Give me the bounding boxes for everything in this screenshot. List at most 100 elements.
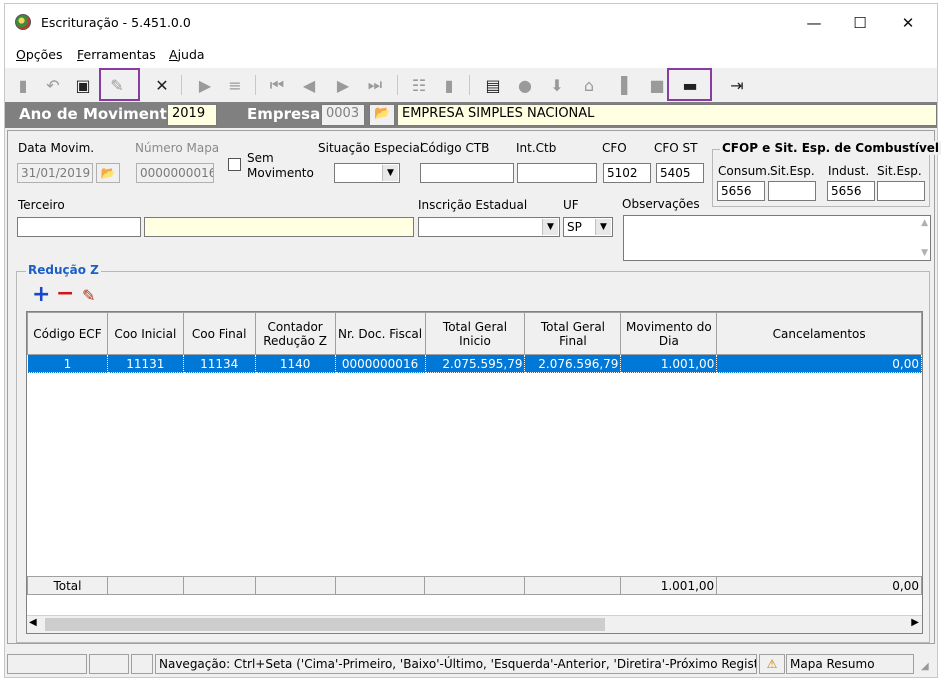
column-header[interactable]: Cancelamentos (716, 312, 922, 355)
panel-icon[interactable]: ▐ (609, 73, 633, 97)
status-panel-empty (131, 654, 153, 674)
title-bar: Escrituração - 5.451.0.0 — ☐ ✕ (5, 4, 937, 40)
download-icon[interactable]: ⬇ (545, 73, 569, 97)
totals-cell (524, 576, 622, 595)
empresa-name-field: EMPRESA SIMPLES NACIONAL (397, 104, 937, 126)
undo-icon[interactable]: ↶ (41, 73, 65, 97)
sem-movimento-label-1: Sem (247, 151, 274, 165)
obs-label: Observações (622, 197, 700, 211)
home-icon[interactable]: ⌂ (577, 73, 601, 97)
column-header[interactable]: Movimento do Dia (620, 312, 718, 355)
resize-grip-icon[interactable]: ◢ (921, 661, 929, 672)
remove-icon[interactable]: − (56, 283, 74, 305)
codigo-ctb-label: Código CTB (420, 141, 490, 155)
uf-label: UF (563, 198, 579, 212)
open-folder-icon[interactable]: 📂 (369, 104, 395, 126)
column-header[interactable]: Contador Redução Z (254, 312, 336, 355)
open-folder-icon[interactable]: 📂 (96, 163, 120, 183)
column-header[interactable]: Código ECF (27, 312, 108, 355)
uf-select[interactable]: SP ▼ (563, 217, 613, 237)
warning-icon: ⚠ (759, 654, 785, 674)
nfe-icon[interactable]: ≡ (223, 73, 247, 97)
int-ctb-label: Int.Ctb (516, 141, 557, 155)
menu-opcoes[interactable]: Opções (16, 47, 63, 62)
main-panel: Data Movim. 31/01/2019 📂 Número Mapa 000… (7, 130, 942, 644)
sem-movimento-checkbox[interactable] (228, 158, 241, 171)
table-cell[interactable]: 11131 (106, 354, 184, 373)
table-cell[interactable]: 2.076.596,79 (524, 354, 622, 373)
cfo-st-field[interactable]: 5405 (656, 163, 704, 183)
column-header[interactable]: Coo Final (182, 312, 256, 355)
first-record-icon[interactable]: ⏮ (265, 73, 289, 97)
new-document-icon[interactable]: ▮ (11, 73, 35, 97)
chevron-down-icon: ▼ (595, 219, 611, 235)
export-icon[interactable]: ▮ (437, 73, 461, 97)
table-cell[interactable]: 0,00 (716, 354, 922, 373)
menu-ajuda[interactable]: Ajuda (169, 47, 205, 62)
table-cell[interactable]: 2.075.595,79 (424, 354, 526, 373)
obs-textarea[interactable]: ▲ ▼ (623, 215, 931, 261)
totals-row: Total 1.001,00 0,00 (27, 576, 922, 595)
situacao-select[interactable]: ▼ (334, 163, 400, 183)
edit-pencil-icon[interactable]: ✎ (82, 287, 95, 305)
sit-esp-2-field[interactable] (877, 181, 925, 201)
exit-door-icon[interactable]: ⇥ (725, 73, 749, 97)
toolbar-separator (181, 75, 182, 95)
ie-select[interactable]: ▼ (418, 217, 560, 237)
status-panel-empty (7, 654, 87, 674)
column-header[interactable]: Total Geral Final (524, 312, 622, 355)
toolbar: ▮ ↶ ▣ ✎ ✕ ▶ ≡ ⏮ ◀ ▶ ⏭ ☷ ▮ ▤ ● ⬇ ⌂ ▐ ■ ▬ … (5, 68, 937, 102)
close-button[interactable]: ✕ (885, 10, 931, 36)
terceiro-code-field[interactable] (17, 217, 141, 237)
document-icon[interactable]: ▶ (193, 73, 217, 97)
scroll-up-icon[interactable]: ▲ (921, 218, 928, 228)
tree-icon[interactable]: ☷ (407, 73, 431, 97)
highlight-box-card (667, 68, 712, 101)
indust-field[interactable]: 5656 (827, 181, 875, 201)
table-cell[interactable]: 0000000016 (334, 354, 426, 373)
maximize-button[interactable]: ☐ (837, 10, 883, 36)
numero-mapa-field[interactable]: 0000000016 (136, 163, 214, 183)
empresa-code-field[interactable]: 0003 (321, 104, 365, 126)
ano-field[interactable]: 2019 (167, 104, 217, 126)
scroll-right-icon[interactable]: ▶ (911, 617, 919, 628)
cfo-field[interactable]: 5102 (603, 163, 651, 183)
previous-record-icon[interactable]: ◀ (297, 73, 321, 97)
report-icon[interactable]: ▤ (481, 73, 505, 97)
save-icon[interactable]: ▣ (71, 73, 95, 97)
scroll-left-icon[interactable]: ◀ (29, 617, 37, 628)
terceiro-label: Terceiro (18, 198, 65, 212)
next-record-icon[interactable]: ▶ (331, 73, 355, 97)
year-company-bar: Ano de Movimento 2019 Empresa 0003 📂 EMP… (5, 102, 937, 128)
table-row[interactable]: 1 11131 11134 1140 0000000016 2.075.595,… (27, 354, 922, 373)
int-ctb-field[interactable] (517, 163, 597, 183)
scrollbar-thumb[interactable] (45, 618, 605, 631)
chevron-down-icon: ▼ (382, 165, 398, 181)
horizontal-scrollbar[interactable]: ◀ ▶ (27, 615, 922, 633)
cfo-st-label: CFO ST (654, 141, 698, 155)
apple-icon[interactable]: ● (513, 73, 537, 97)
situacao-label: Situação Especial (318, 141, 424, 155)
menu-ferramentas[interactable]: Ferramentas (77, 47, 156, 62)
codigo-ctb-field[interactable] (420, 163, 514, 183)
add-icon[interactable]: + (32, 284, 50, 306)
blank-icon[interactable]: ■ (645, 73, 669, 97)
column-header[interactable]: Total Geral Inicio (424, 312, 526, 355)
column-header[interactable]: Coo Inicial (106, 312, 184, 355)
delete-icon[interactable]: ✕ (150, 73, 174, 97)
last-record-icon[interactable]: ⏭ (363, 73, 387, 97)
column-header[interactable]: Nr. Doc. Fiscal (334, 312, 426, 355)
navigation-hint: Navegação: Ctrl+Seta ('Cima'-Primeiro, '… (155, 654, 757, 674)
scroll-down-icon[interactable]: ▼ (921, 248, 928, 258)
table-cell[interactable]: 11134 (182, 354, 256, 373)
sem-movimento-label-2: Movimento (247, 166, 314, 180)
minimize-button[interactable]: — (791, 10, 837, 36)
table-cell[interactable]: 1.001,00 (620, 354, 718, 373)
data-movim-field[interactable]: 31/01/2019 (17, 163, 93, 183)
table-cell[interactable]: 1 (27, 354, 108, 373)
consum-field[interactable]: 5656 (717, 181, 765, 201)
mapa-resumo-status: Mapa Resumo (786, 654, 914, 674)
empresa-label: Empresa (247, 105, 321, 123)
sit-esp-1-field[interactable] (768, 181, 816, 201)
table-cell[interactable]: 1140 (254, 354, 336, 373)
